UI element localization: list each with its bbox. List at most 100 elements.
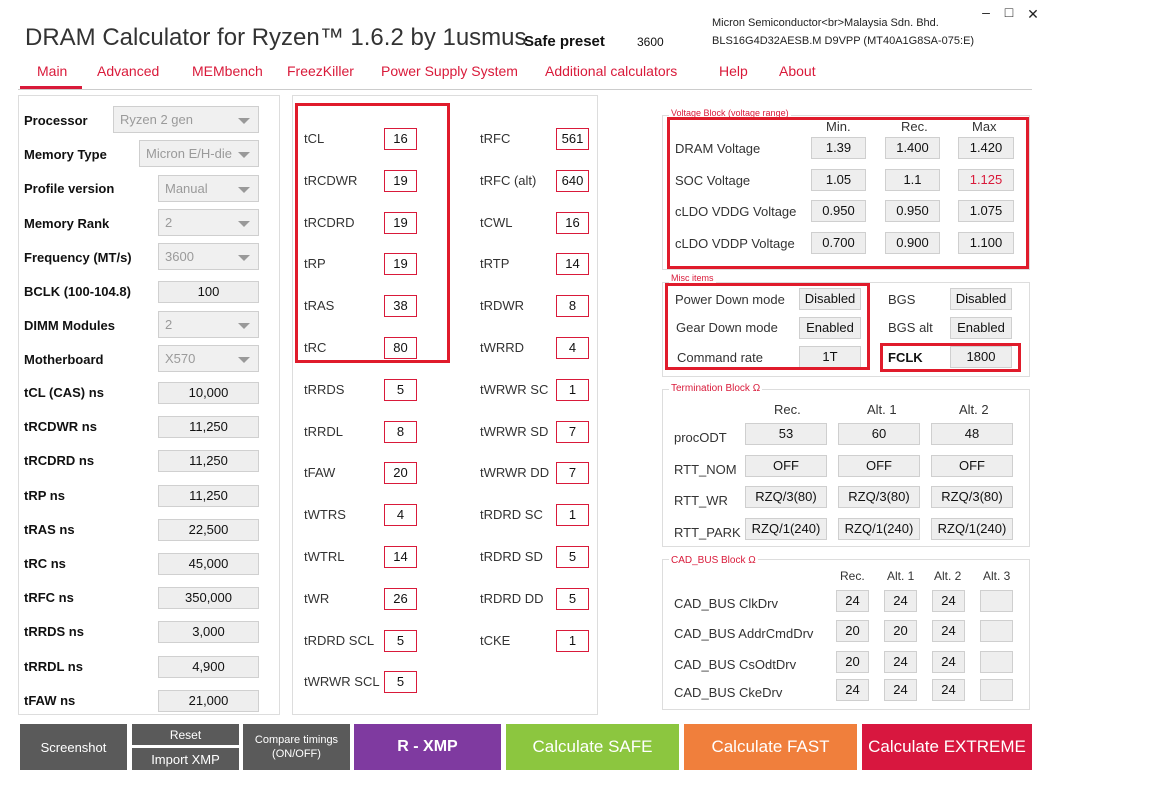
ns-label: tRCDRD ns <box>24 453 95 469</box>
tab-main[interactable]: Main <box>37 63 67 79</box>
ns-value: 4,900 <box>158 655 259 678</box>
highlight-voltage-block <box>667 117 1029 269</box>
ns-value: 22,500 <box>158 518 259 541</box>
timing-label: tWRWR SCL <box>304 674 380 690</box>
timing-value-input[interactable]: 26 <box>384 587 417 610</box>
frequency-select[interactable]: 3600 <box>158 243 259 270</box>
tab-advanced[interactable]: Advanced <box>97 63 159 79</box>
timing-label: tRFC <box>480 131 511 146</box>
cad-bus-value <box>980 679 1013 701</box>
calculate-safe-button[interactable]: Calculate SAFE <box>506 724 679 770</box>
compare-timings-button[interactable]: Compare timings (ON/OFF) <box>243 724 350 770</box>
termination-value: OFF <box>745 455 827 477</box>
timing-value-input[interactable]: 14 <box>384 546 417 568</box>
timing-value-input[interactable]: 640 <box>556 169 589 192</box>
timing-label: tCKE <box>480 632 511 648</box>
ns-label: tRRDL ns <box>24 658 83 674</box>
timing-value-input[interactable]: 5 <box>384 671 417 694</box>
termination-label: procODT <box>674 430 727 445</box>
maximize-button[interactable]: □ <box>999 4 1019 20</box>
r-xmp-button[interactable]: R - XMP <box>354 724 501 770</box>
ns-label: tRFC ns <box>24 590 74 606</box>
timing-value-input[interactable]: 7 <box>556 462 589 485</box>
timing-value-input[interactable]: 4 <box>384 504 417 527</box>
tab-help[interactable]: Help <box>719 63 748 79</box>
tab-freezkiller[interactable]: FreezKiller <box>287 63 354 79</box>
memory-rank-select[interactable]: 2 <box>158 209 259 236</box>
timing-value-input[interactable]: 4 <box>556 337 589 359</box>
profile-version-value: Manual <box>165 181 208 196</box>
timing-value-input[interactable]: 1 <box>556 504 589 527</box>
timing-label: tWTRS <box>304 507 346 523</box>
misc-block-title: Misc items <box>669 273 716 283</box>
termination-label: RTT_NOM <box>674 462 737 477</box>
cad-header-alt2: Alt. 2 <box>934 569 962 583</box>
timing-label: tRTP <box>480 256 510 272</box>
dimm-modules-value: 2 <box>165 317 173 332</box>
chevron-down-icon <box>238 152 250 158</box>
timing-value-input[interactable]: 16 <box>556 211 589 234</box>
timing-value-input[interactable]: 5 <box>556 587 589 610</box>
timing-label: tRDRD DD <box>480 590 544 606</box>
cad-header-rec: Rec. <box>840 569 865 583</box>
compare-timings-sub: (ON/OFF) <box>272 748 321 760</box>
timing-value-input[interactable]: 1 <box>556 629 589 652</box>
calculate-fast-button[interactable]: Calculate FAST <box>684 724 857 770</box>
close-button[interactable]: ✕ <box>1023 6 1043 23</box>
memory-type-select[interactable]: Micron E/H-die <box>139 140 259 167</box>
timing-label: tWRRD <box>480 340 525 355</box>
timing-value-input[interactable]: 14 <box>556 253 589 276</box>
cad-bus-value: 24 <box>836 679 869 701</box>
timing-value-input[interactable]: 7 <box>556 420 589 443</box>
bgs-toggle[interactable]: Disabled <box>950 288 1012 310</box>
frequency-value: 3600 <box>165 249 194 264</box>
preset-label: Safe preset <box>524 33 605 50</box>
termination-value: 53 <box>745 423 827 445</box>
processor-label: Processor <box>24 113 88 128</box>
ns-value: 11,250 <box>158 484 259 507</box>
cad-bus-value: 20 <box>884 620 917 642</box>
cad-bus-value: 20 <box>836 620 869 642</box>
bgs-alt-toggle[interactable]: Enabled <box>950 317 1012 339</box>
calculate-extreme-button[interactable]: Calculate EXTREME <box>862 724 1032 770</box>
termination-value: RZQ/1(240) <box>931 518 1013 540</box>
timing-value-input[interactable]: 8 <box>384 420 417 443</box>
motherboard-select[interactable]: X570 <box>158 345 259 372</box>
screenshot-button[interactable]: Screenshot <box>20 724 127 770</box>
termination-label: RTT_PARK <box>674 525 741 540</box>
processor-select[interactable]: Ryzen 2 gen <box>113 106 259 133</box>
termination-value: 48 <box>931 423 1013 445</box>
reset-button[interactable]: Reset <box>132 724 239 745</box>
tab-power-supply[interactable]: Power Supply System <box>381 63 518 79</box>
chevron-down-icon <box>238 187 250 193</box>
timing-value-input[interactable]: 5 <box>384 378 417 401</box>
term-header-rec: Rec. <box>774 402 801 417</box>
chevron-down-icon <box>238 221 250 227</box>
ns-label: tRC ns <box>24 556 66 571</box>
timing-value-input[interactable]: 1 <box>556 378 589 401</box>
timing-value-input[interactable]: 20 <box>384 462 417 485</box>
tab-membench[interactable]: MEMbench <box>192 63 263 79</box>
termination-value: RZQ/3(80) <box>745 486 827 508</box>
profile-version-select[interactable]: Manual <box>158 175 259 202</box>
timing-value-input[interactable]: 5 <box>556 546 589 568</box>
termination-value: RZQ/3(80) <box>931 486 1013 508</box>
ns-label: tFAW ns <box>24 692 76 708</box>
ns-label: tRAS ns <box>24 521 75 537</box>
tab-about[interactable]: About <box>779 63 816 79</box>
ns-value: 21,000 <box>158 689 259 712</box>
ns-label: tCL (CAS) ns <box>24 385 104 400</box>
chevron-down-icon <box>238 255 250 261</box>
tab-additional-calculators[interactable]: Additional calculators <box>545 63 677 79</box>
timing-label: tRDWR <box>480 298 525 314</box>
timing-value-input[interactable]: 8 <box>556 295 589 318</box>
import-xmp-button[interactable]: Import XMP <box>132 748 239 770</box>
timing-value-input[interactable]: 5 <box>384 629 417 652</box>
timing-value-input[interactable]: 561 <box>556 128 589 150</box>
minimize-button[interactable]: – <box>976 4 996 20</box>
timing-label: tRFC (alt) <box>480 172 537 188</box>
bclk-input[interactable]: 100 <box>158 281 259 303</box>
cad-bus-value: 24 <box>884 590 917 612</box>
cad-bus-value <box>980 620 1013 642</box>
dimm-modules-select[interactable]: 2 <box>158 311 259 338</box>
